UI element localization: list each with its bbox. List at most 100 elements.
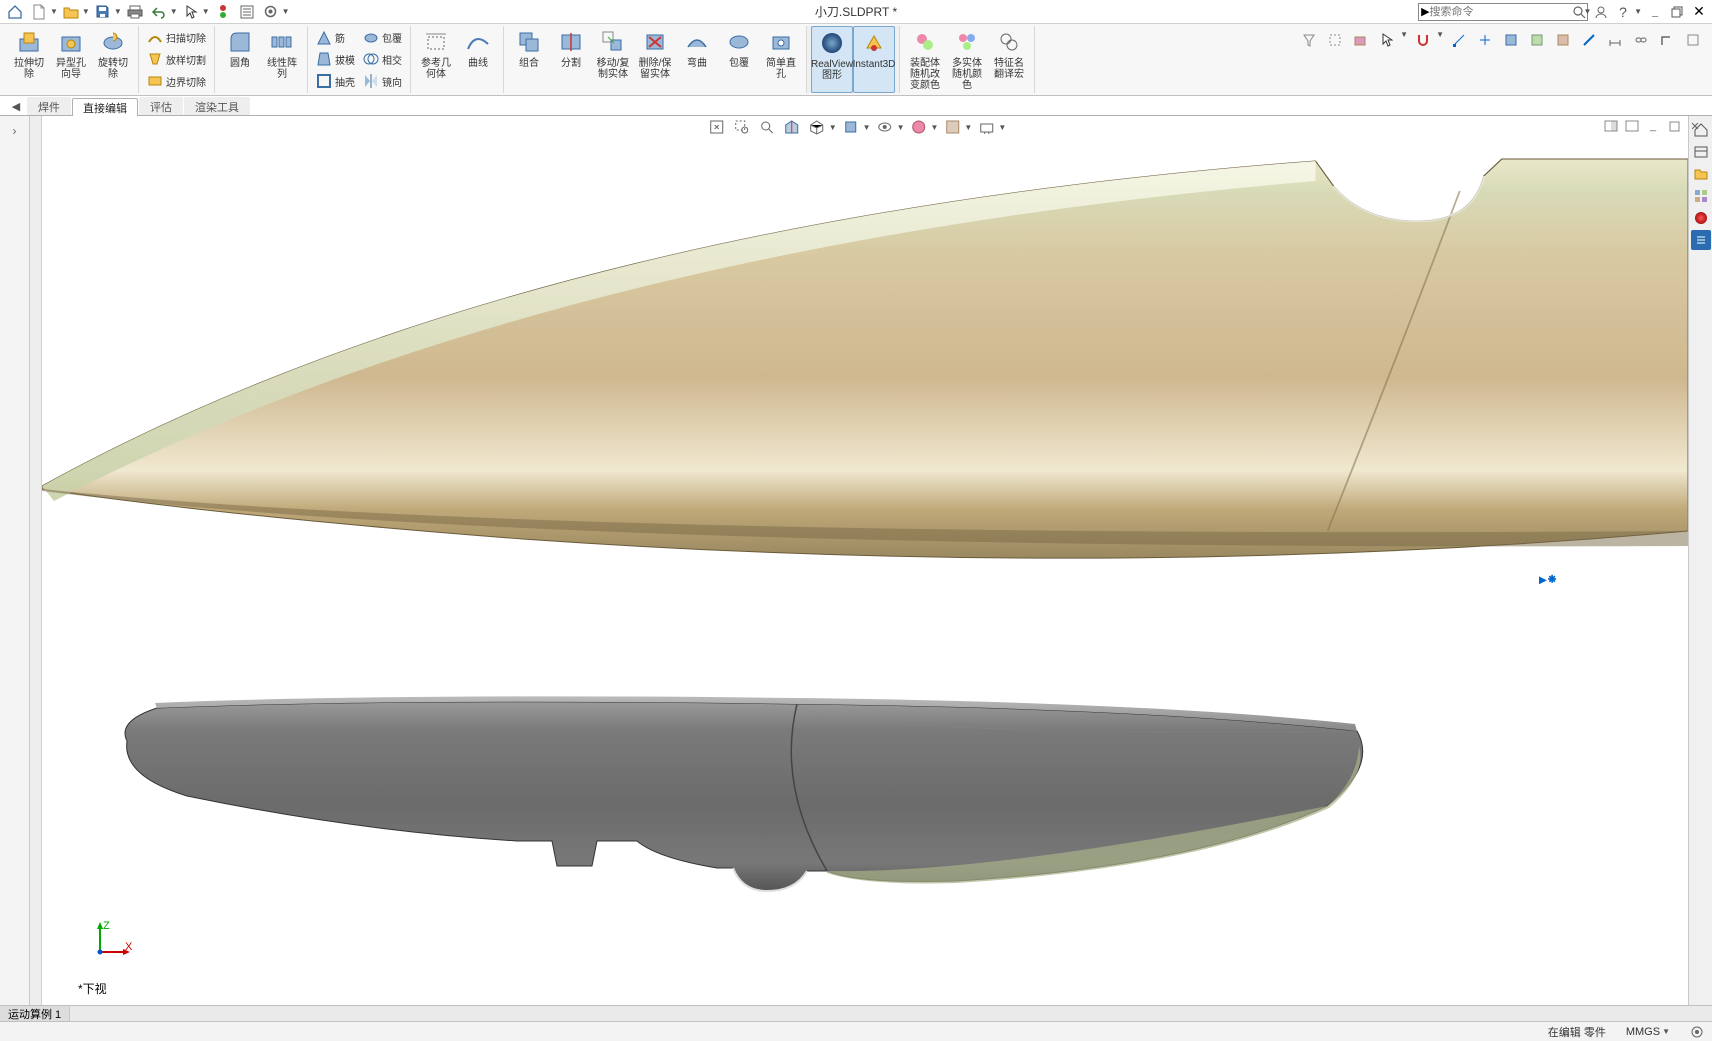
split-button[interactable]: 分割 (550, 26, 592, 93)
minimize-button[interactable]: _ (1646, 3, 1664, 21)
corner-icon[interactable] (1656, 30, 1678, 50)
edge-icon[interactable] (1578, 30, 1600, 50)
chevron-down-icon[interactable]: ▼ (829, 123, 837, 132)
chevron-down-icon[interactable]: ▼ (931, 123, 939, 132)
curves-button[interactable]: 曲线 (457, 26, 499, 93)
restore-button[interactable] (1668, 3, 1686, 21)
chevron-down-icon[interactable]: ▼ (1400, 30, 1408, 39)
sketch-rel2-icon[interactable] (1474, 30, 1496, 50)
filter-solid-icon[interactable] (1350, 30, 1372, 50)
panel-splitter[interactable] (30, 116, 42, 1005)
save-button[interactable] (92, 2, 114, 22)
zoom-fit-icon[interactable] (706, 117, 728, 137)
linear-pattern-button[interactable]: 线性阵 列 (261, 26, 303, 93)
revolve-cut-button[interactable]: 旋转切 除 (92, 26, 134, 93)
flyout-arrow-icon[interactable]: › (4, 120, 26, 142)
boundary-cut-button[interactable]: 边界切除 (143, 71, 210, 92)
tab-evaluate[interactable]: 评估 (139, 97, 183, 115)
chevron-down-icon[interactable]: ▼ (1584, 7, 1592, 16)
edit-appearance-icon[interactable] (908, 117, 930, 137)
simple-hole-button[interactable]: 简单直 孔 (760, 26, 802, 93)
display-style-icon[interactable] (840, 117, 862, 137)
help-button[interactable]: ? (1614, 3, 1632, 21)
new-file-button[interactable] (28, 2, 50, 22)
taskpane-library-icon[interactable] (1691, 164, 1711, 184)
feature-translate-button[interactable]: 特征名 翻译宏 (988, 26, 1030, 93)
dim-icon[interactable] (1604, 30, 1626, 50)
delete-keep-button[interactable]: 删除/保 留实体 (634, 26, 676, 93)
chevron-down-icon[interactable]: ▼ (50, 7, 58, 16)
taskpane-resources-icon[interactable] (1691, 142, 1711, 162)
loft-cut-button[interactable]: 放样切割 (143, 49, 210, 70)
undo-button[interactable] (148, 2, 170, 22)
hide-show-icon[interactable] (874, 117, 896, 137)
status-units[interactable]: MMGS ▼ (1626, 1026, 1670, 1038)
box3-icon[interactable] (1552, 30, 1574, 50)
shell-button[interactable]: 抽壳 (312, 71, 359, 92)
tab-collapse-icon[interactable]: ◀ (6, 97, 26, 115)
chevron-down-icon[interactable]: ▼ (863, 123, 871, 132)
select-button[interactable] (180, 2, 202, 22)
tab-direct-editing[interactable]: 直接编辑 (72, 98, 138, 116)
magnet-icon[interactable] (1412, 30, 1434, 50)
search-box[interactable]: ▶ ▼ (1418, 3, 1588, 21)
chevron-down-icon[interactable]: ▼ (282, 7, 290, 16)
move-copy-button[interactable]: 移动/复 制实体 (592, 26, 634, 93)
combine-button[interactable]: 组合 (508, 26, 550, 93)
close-button[interactable]: ✕ (1690, 3, 1708, 21)
chevron-down-icon[interactable]: ▼ (998, 123, 1006, 132)
doc-expand2-icon[interactable] (1623, 118, 1641, 134)
chevron-down-icon[interactable]: ▼ (897, 123, 905, 132)
chevron-down-icon[interactable]: ▼ (202, 7, 210, 16)
chevron-down-icon[interactable]: ▼ (82, 7, 90, 16)
fillet-button[interactable]: 圆角 (219, 26, 261, 93)
wrap2-button[interactable]: 包覆 (718, 26, 760, 93)
taskpane-appearances-icon[interactable] (1691, 208, 1711, 228)
tab-weldments[interactable]: 焊件 (27, 97, 71, 115)
chevron-down-icon[interactable]: ▼ (1436, 30, 1444, 39)
sweep-cut-button[interactable]: 扫描切除 (143, 27, 210, 48)
select-over-icon[interactable] (1324, 30, 1346, 50)
chevron-down-icon[interactable]: ▼ (170, 7, 178, 16)
realview-button[interactable]: RealView 图形 (811, 26, 853, 93)
box2-icon[interactable] (1526, 30, 1548, 50)
previous-view-icon[interactable] (756, 117, 778, 137)
search-input[interactable] (1430, 6, 1572, 18)
instant3d-button[interactable]: Instant3D (853, 26, 895, 93)
draft-button[interactable]: 拔模 (312, 49, 359, 70)
view-orientation-icon[interactable] (806, 117, 828, 137)
traffic-light-icon[interactable] (212, 2, 234, 22)
intersect-button[interactable]: 相交 (359, 49, 406, 70)
doc-close-button[interactable]: ✕ (1686, 118, 1704, 134)
chain-icon[interactable] (1630, 30, 1652, 50)
hole-wizard-button[interactable]: 异型孔 向导 (50, 26, 92, 93)
flex-button[interactable]: 弯曲 (676, 26, 718, 93)
home-icon[interactable] (4, 2, 26, 22)
doc-maximize-button[interactable] (1665, 118, 1683, 134)
multibody-color-button[interactable]: 多实体 随机颜 色 (946, 26, 988, 93)
view-triad[interactable]: Z X (92, 920, 132, 960)
wrap-button[interactable]: 包覆 (359, 27, 406, 48)
taskpane-custom-props-icon[interactable] (1691, 230, 1711, 250)
zoom-area-icon[interactable] (731, 117, 753, 137)
doc-minimize-button[interactable]: _ (1644, 118, 1662, 134)
assembly-color-button[interactable]: 装配体 随机改 变颜色 (904, 26, 946, 93)
view-settings-icon[interactable] (975, 117, 997, 137)
graphics-area[interactable]: ▸⁕ (42, 116, 1688, 1005)
print-button[interactable] (124, 2, 146, 22)
chevron-down-icon[interactable]: ▼ (114, 7, 122, 16)
extrude-cut-button[interactable]: 拉伸切 除 (8, 26, 50, 93)
rib-button[interactable]: 筋 (312, 27, 359, 48)
cursor-button[interactable] (1376, 30, 1398, 50)
taskpane-view-palette-icon[interactable] (1691, 186, 1711, 206)
right-box-icon[interactable] (1682, 30, 1704, 50)
status-gear-icon[interactable] (1690, 1025, 1704, 1039)
box-icon[interactable] (1500, 30, 1522, 50)
filter-icon[interactable] (1298, 30, 1320, 50)
sketch-rel-icon[interactable] (1448, 30, 1470, 50)
mirror-button[interactable]: 镜向 (359, 71, 406, 92)
user-icon[interactable] (1592, 3, 1610, 21)
doc-expand-icon[interactable] (1602, 118, 1620, 134)
motion-study-tab[interactable]: 运动算例 1 (0, 1006, 70, 1021)
section-view-icon[interactable] (781, 117, 803, 137)
